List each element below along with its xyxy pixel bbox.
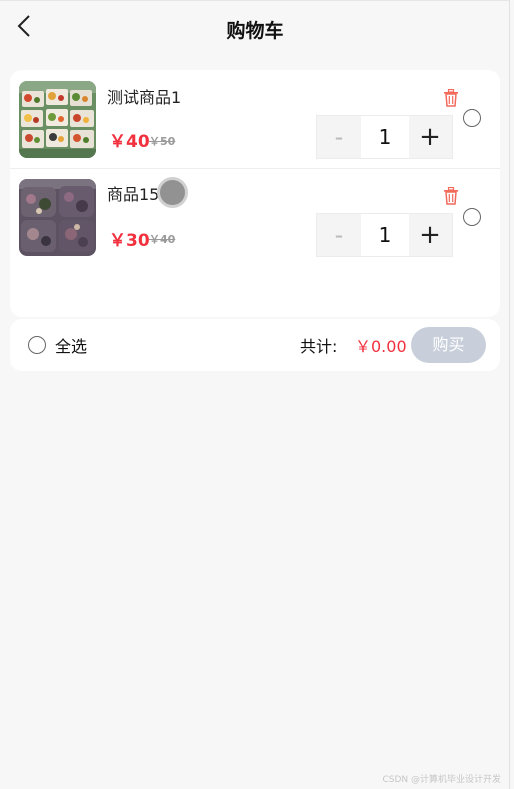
decrease-button[interactable]: - <box>317 116 361 158</box>
product-price: ￥40 <box>109 132 150 152</box>
decrease-button[interactable]: - <box>317 214 361 256</box>
page-title: 购物车 <box>226 20 284 42</box>
watermark: CSDN @计算机毕业设计开发 <box>382 775 501 785</box>
item-select-radio[interactable] <box>463 208 481 226</box>
buy-button[interactable]: 购买 <box>411 327 486 363</box>
total-label: 共计: <box>300 337 338 356</box>
cart-list: 测试商品1 ￥40 ￥50 - 1 + 商品15 ￥30 ￥40 - 1 + <box>10 70 500 317</box>
cart-page: 购物车 测试商品1 ￥40 ￥50 - 1 + 商品15 ￥30 ￥40 - 1… <box>0 0 510 789</box>
product-name[interactable]: 商品15 <box>107 181 159 205</box>
product-price: ￥30 <box>109 231 150 251</box>
trash-icon[interactable] <box>443 187 459 205</box>
select-all-label[interactable]: 全选 <box>55 333 87 357</box>
quantity-stepper: - 1 + <box>316 213 453 257</box>
cart-item: 商品15 ￥30 ￥40 - 1 + <box>10 169 500 267</box>
total-price: ￥0.00 <box>355 337 407 356</box>
original-price: ￥40 <box>149 233 176 246</box>
quantity-value[interactable]: 1 <box>361 214 409 256</box>
header: 购物车 <box>0 1 510 57</box>
product-image[interactable] <box>19 179 96 256</box>
quantity-value[interactable]: 1 <box>361 116 409 158</box>
increase-button[interactable]: + <box>408 214 452 256</box>
product-image[interactable] <box>19 81 96 158</box>
cart-item: 测试商品1 ￥40 ￥50 - 1 + <box>10 70 500 168</box>
quantity-stepper: - 1 + <box>316 115 453 159</box>
original-price: ￥50 <box>149 135 176 148</box>
product-name[interactable]: 测试商品1 <box>107 84 181 108</box>
trash-icon[interactable] <box>443 89 459 107</box>
touch-cursor-indicator <box>157 177 188 208</box>
checkout-bar: 全选 共计: ￥0.00 购买 <box>10 319 500 371</box>
item-select-radio[interactable] <box>463 109 481 127</box>
increase-button[interactable]: + <box>408 116 452 158</box>
select-all-radio[interactable] <box>28 336 46 354</box>
